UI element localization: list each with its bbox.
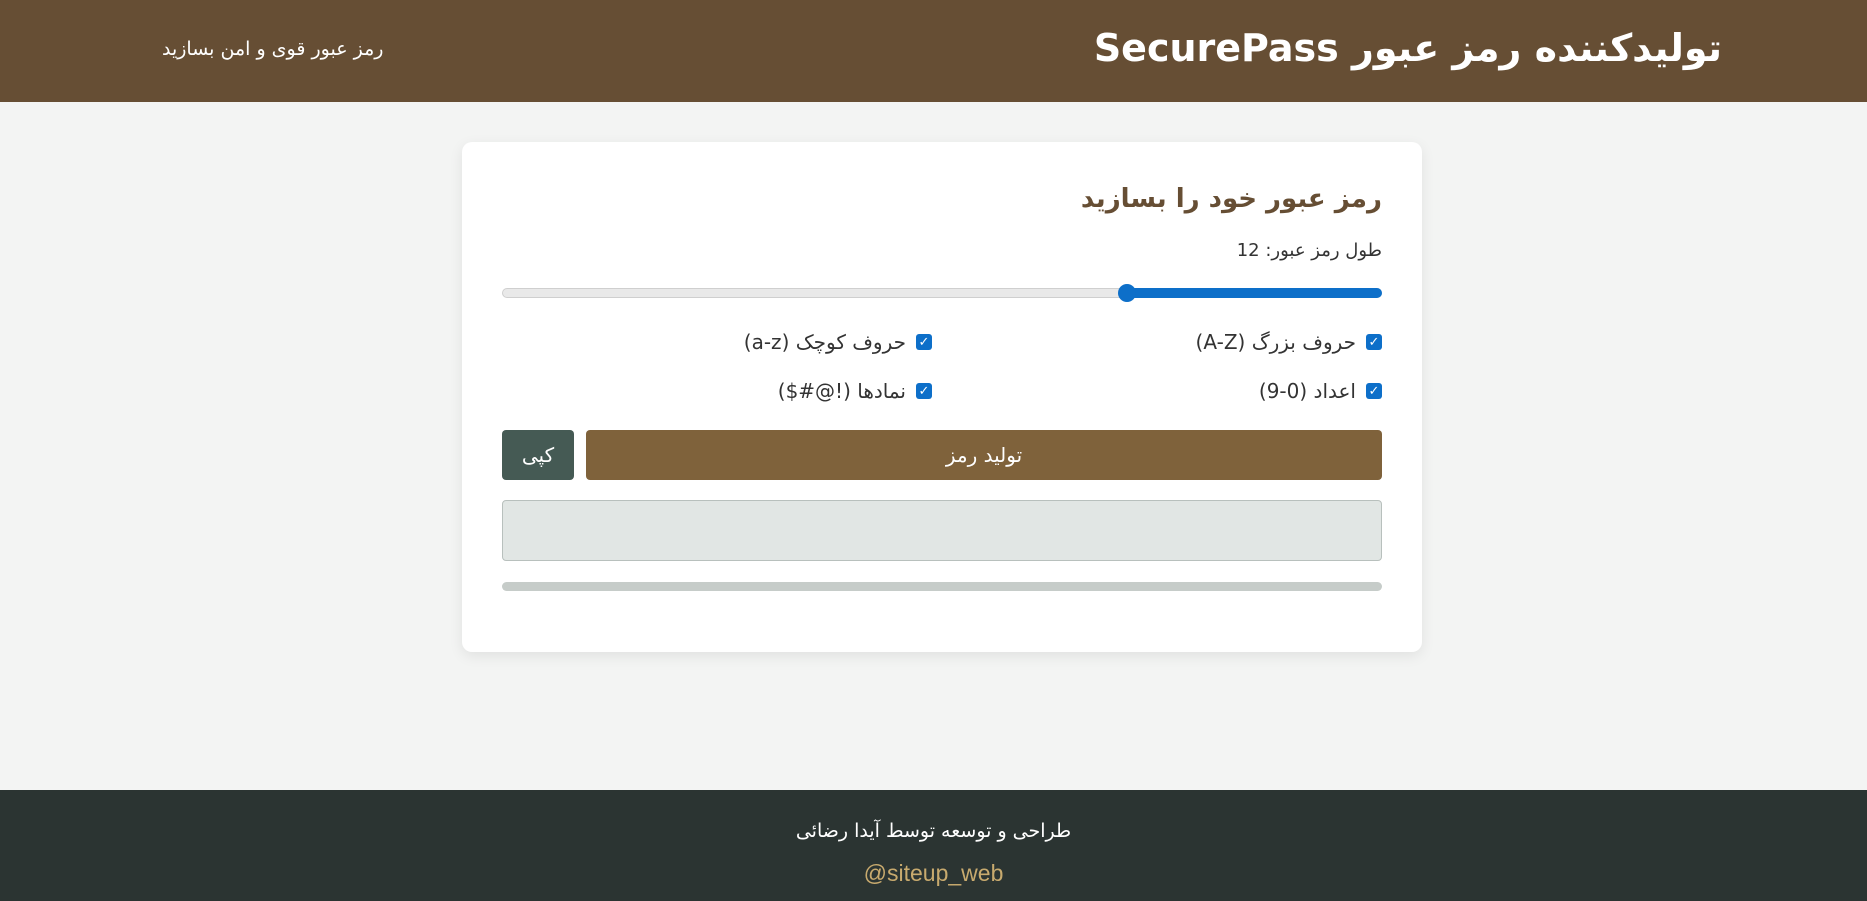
generator-card: رمز عبور خود را بسازید طول رمز عبور: 12 … [462, 142, 1422, 652]
generate-button[interactable]: تولید رمز [586, 430, 1382, 480]
uppercase-checkbox[interactable]: ✓ [1366, 334, 1382, 350]
option-uppercase[interactable]: ✓ حروف بزرگ (A-Z) [1196, 330, 1382, 354]
site-footer: طراحی و توسعه توسط آیدا رضائی siteup_web… [0, 790, 1867, 901]
lowercase-checkbox[interactable]: ✓ [916, 334, 932, 350]
numbers-checkbox[interactable]: ✓ [1366, 383, 1382, 399]
slider-thumb[interactable] [1118, 284, 1136, 302]
lowercase-label: حروف کوچک (a-z) [743, 330, 906, 354]
site-header: تولیدکننده رمز عبور SecurePass رمز عبور … [0, 0, 1867, 102]
password-output[interactable] [502, 500, 1382, 561]
copy-button[interactable]: کپی [502, 430, 574, 480]
length-slider[interactable] [502, 284, 1382, 302]
card-heading: رمز عبور خود را بسازید [1080, 184, 1382, 214]
footer-handle-link[interactable]: siteup_web@ [0, 860, 1867, 887]
footer-credit: طراحی و توسعه توسط آیدا رضائی [795, 820, 1072, 842]
slider-fill [1127, 288, 1382, 298]
uppercase-label: حروف بزرگ (A-Z) [1195, 330, 1356, 354]
length-label: طول رمز عبور: 12 [1236, 240, 1382, 261]
symbols-checkbox[interactable]: ✓ [916, 383, 932, 399]
site-title: تولیدکننده رمز عبور SecurePass [1093, 26, 1722, 70]
strength-meter [502, 582, 1382, 591]
numbers-label: اعداد (0-9) [1258, 379, 1356, 403]
symbols-label: نمادها (!@#$) [777, 379, 906, 403]
option-lowercase[interactable]: ✓ حروف کوچک (a-z) [744, 330, 932, 354]
site-tagline: رمز عبور قوی و امن بسازید [162, 38, 384, 60]
option-numbers[interactable]: ✓ اعداد (0-9) [1259, 379, 1382, 403]
option-symbols[interactable]: ✓ نمادها (!@#$) [778, 379, 932, 403]
